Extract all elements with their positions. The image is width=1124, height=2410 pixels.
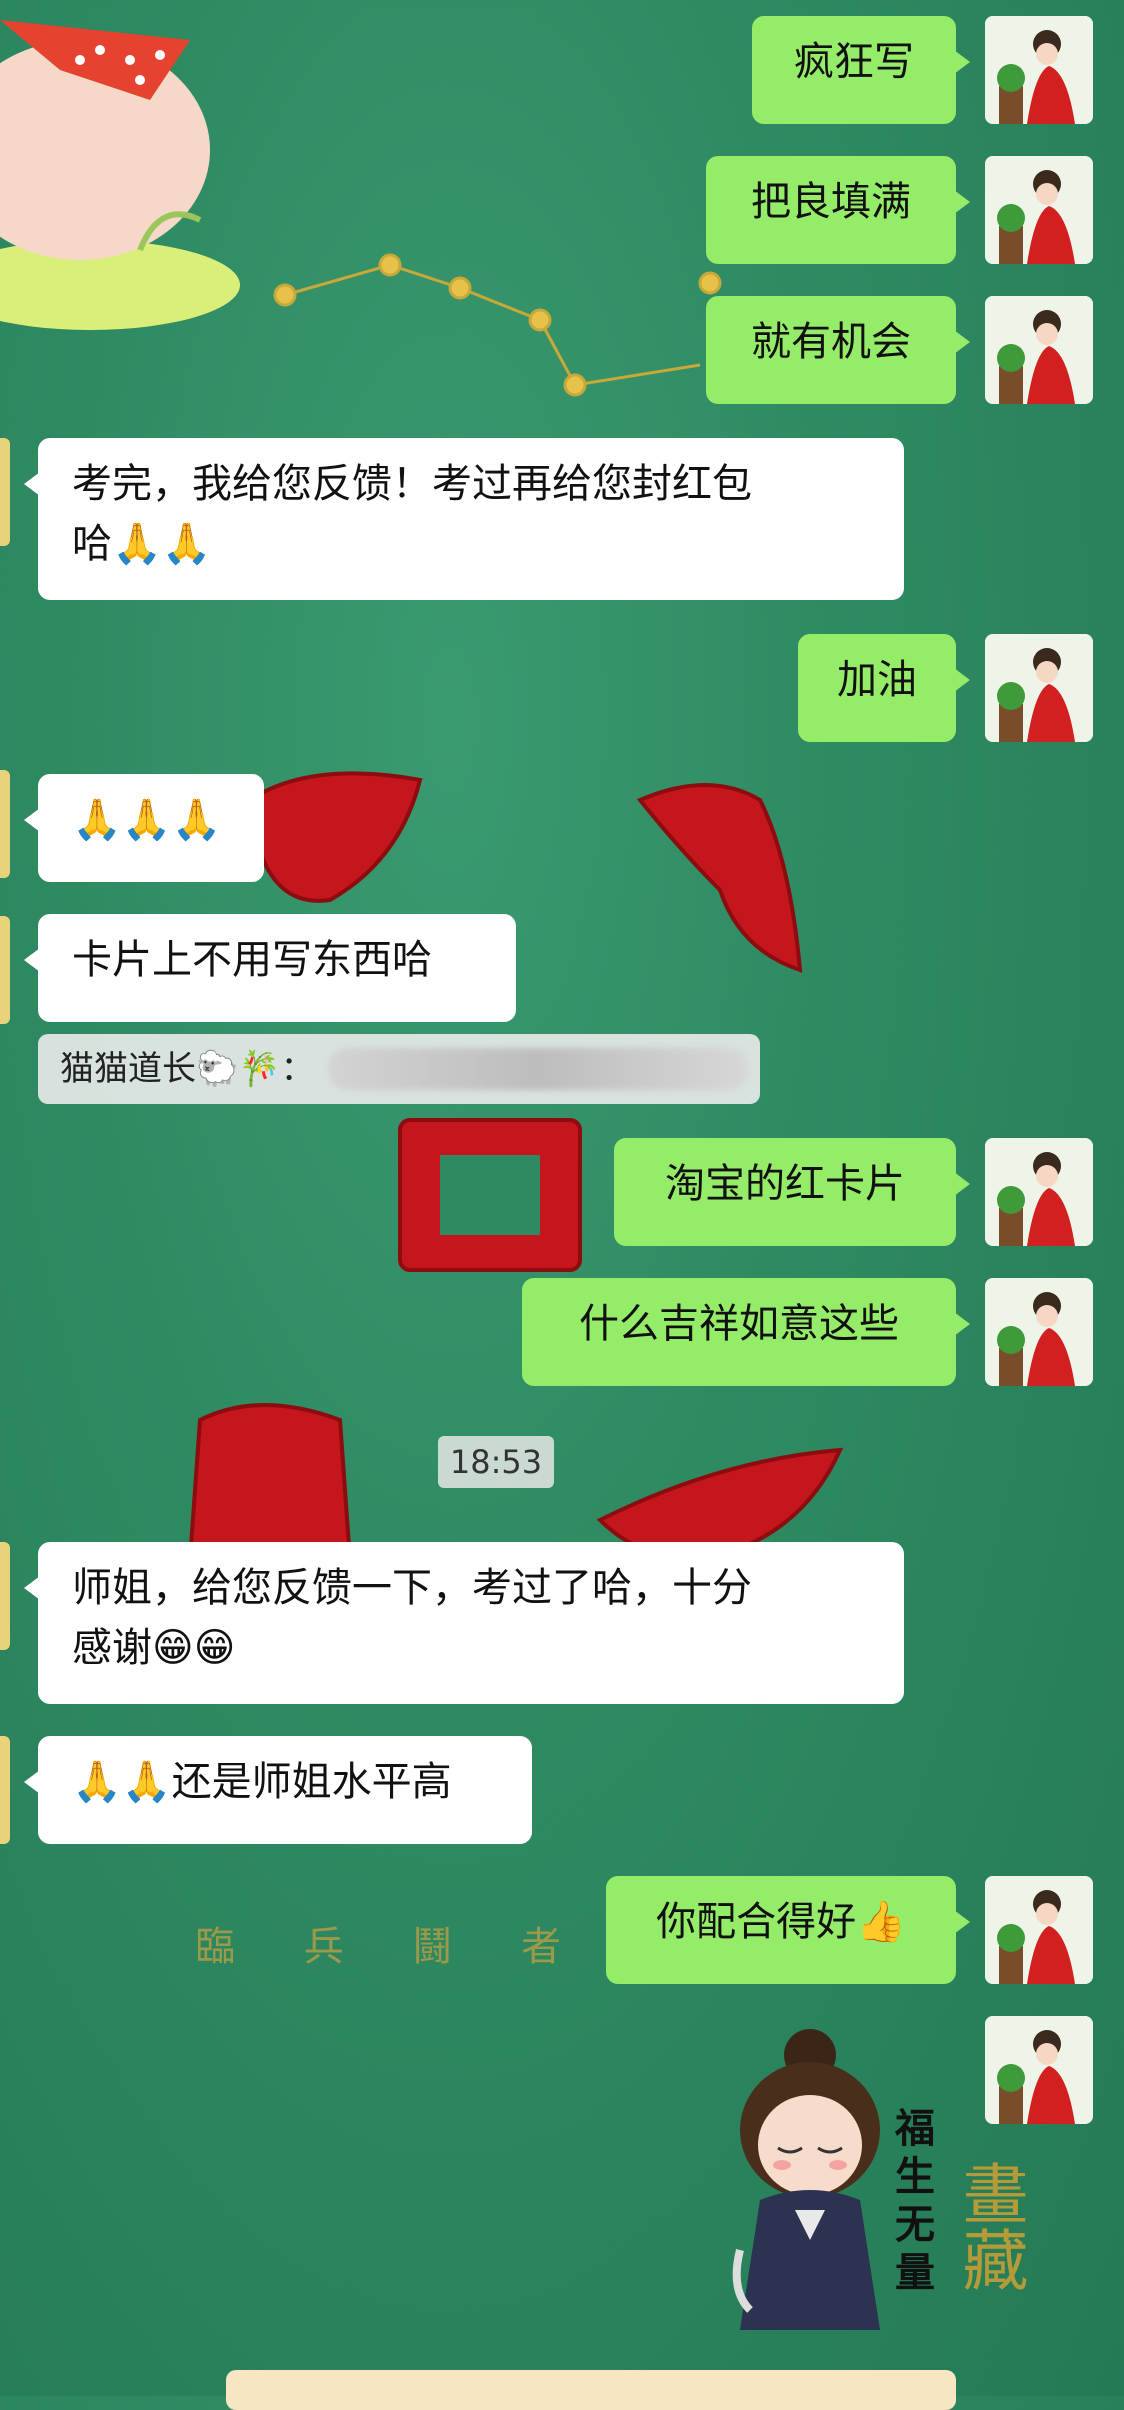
- message-text-line: 师姐，给您反馈一下，考过了哈，十分: [72, 1565, 752, 1611]
- message-text: 疯狂写: [794, 39, 914, 85]
- avatar-image: [985, 296, 1093, 404]
- self-avatar[interactable]: [985, 296, 1093, 404]
- pig-illustration: [0, 20, 240, 330]
- message-text: 加油: [837, 657, 917, 703]
- message-bubble-sent[interactable]: 疯狂写: [752, 16, 970, 124]
- message-text: 什么吉祥如意这些: [579, 1301, 899, 1347]
- message-text-line: 哈🙏🙏: [72, 521, 212, 567]
- avatar-image: [985, 156, 1093, 264]
- self-avatar[interactable]: [985, 2016, 1093, 2124]
- self-avatar[interactable]: [985, 634, 1093, 742]
- constellation: [273, 253, 722, 397]
- quote-sender: 猫猫道长🐑🎋：: [60, 1049, 315, 1089]
- background-right-text: 畫藏: [952, 2160, 1029, 2292]
- message-text: 你配合得好👍: [656, 1899, 906, 1945]
- message-bubble-sent[interactable]: 把良填满: [706, 156, 970, 264]
- self-avatar[interactable]: [985, 1876, 1093, 1984]
- self-avatar[interactable]: [985, 16, 1093, 124]
- message-text: 就有机会: [751, 319, 911, 365]
- self-avatar[interactable]: [985, 1278, 1093, 1386]
- partial-next-message[interactable]: [226, 2370, 956, 2410]
- avatar-image: [985, 1278, 1093, 1386]
- message-bubble-received[interactable]: 考完，我给您反馈！考过再给您封红包 哈🙏🙏: [24, 438, 904, 600]
- message-text: 把良填满: [751, 179, 911, 225]
- message-text-line: 考完，我给您反馈！考过再给您封红包: [72, 461, 752, 507]
- message-bubble-received[interactable]: 师姐，给您反馈一下，考过了哈，十分 感谢😁😁: [24, 1542, 904, 1704]
- message-bubble-received[interactable]: 卡片上不用写东西哈: [24, 914, 516, 1022]
- avatar-image: [985, 1138, 1093, 1246]
- sticker-caption: 福生无量: [895, 2106, 935, 2296]
- quoted-reply[interactable]: 猫猫道长🐑🎋：: [38, 1034, 760, 1104]
- message-text: 淘宝的红卡片: [665, 1161, 905, 1207]
- self-avatar[interactable]: [985, 1138, 1093, 1246]
- sender-avatar-edge[interactable]: [0, 438, 10, 546]
- avatar-image: [985, 16, 1093, 124]
- message-bubble-received[interactable]: 🙏🙏还是师姐水平高: [24, 1736, 532, 1844]
- timestamp: 18:53: [438, 1436, 554, 1488]
- message-text: 卡片上不用写东西哈: [72, 937, 432, 983]
- message-bubble-received[interactable]: 🙏🙏🙏: [24, 774, 264, 882]
- sender-avatar-edge[interactable]: [0, 1542, 10, 1650]
- sender-avatar-edge[interactable]: [0, 770, 10, 878]
- message-text-line: 感谢😁😁: [72, 1625, 236, 1671]
- message-bubble-sent[interactable]: 你配合得好👍: [606, 1876, 970, 1984]
- message-bubble-sent[interactable]: 什么吉祥如意这些: [522, 1278, 970, 1386]
- message-text: 🙏🙏还是师姐水平高: [72, 1759, 452, 1805]
- message-bubble-sent[interactable]: 加油: [798, 634, 970, 742]
- self-avatar[interactable]: [985, 156, 1093, 264]
- avatar-image: [985, 2016, 1093, 2124]
- message-bubble-sent[interactable]: 淘宝的红卡片: [614, 1138, 970, 1246]
- avatar-image: [985, 1876, 1093, 1984]
- message-text: 🙏🙏🙏: [72, 797, 222, 843]
- avatar-image: [985, 634, 1093, 742]
- sender-avatar-edge[interactable]: [0, 916, 10, 1024]
- sender-avatar-edge[interactable]: [0, 1736, 10, 1844]
- message-bubble-sent[interactable]: 就有机会: [706, 296, 970, 404]
- quote-blurred-content: [328, 1048, 748, 1090]
